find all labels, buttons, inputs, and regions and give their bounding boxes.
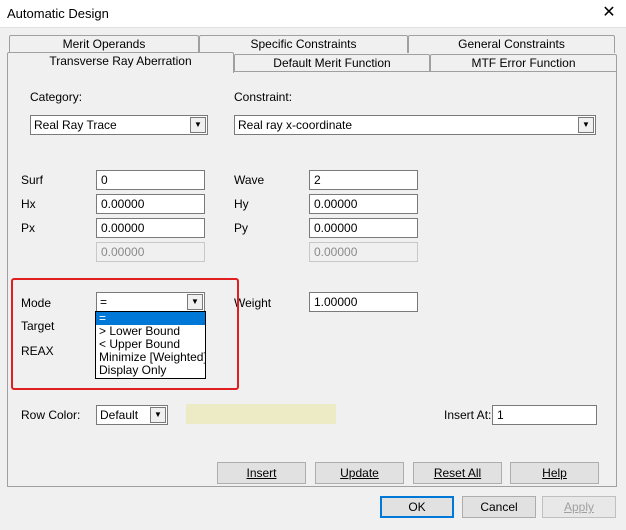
- insert-button[interactable]: Insert: [217, 462, 306, 484]
- close-icon[interactable]: ✕: [598, 2, 620, 24]
- chevron-down-icon[interactable]: ▼: [187, 294, 203, 310]
- mode-select[interactable]: = ▼: [96, 292, 205, 312]
- extra-right-input: 0.00000: [309, 242, 418, 262]
- hy-label: Hy: [234, 197, 249, 211]
- ok-button[interactable]: OK: [380, 496, 454, 518]
- apply-button[interactable]: Apply: [542, 496, 616, 518]
- category-select[interactable]: Real Ray Trace ▼: [30, 115, 208, 135]
- wave-input[interactable]: 2: [309, 170, 418, 190]
- update-button[interactable]: Update: [315, 462, 404, 484]
- tab-label: Default Merit Function: [273, 56, 391, 70]
- chevron-down-icon[interactable]: ▼: [150, 407, 166, 423]
- wave-label: Wave: [234, 173, 265, 187]
- tab-default-merit-function[interactable]: Default Merit Function: [234, 54, 430, 72]
- tab-label: General Constraints: [458, 37, 565, 51]
- surf-label: Surf: [21, 173, 44, 187]
- tab-label: MTF Error Function: [471, 56, 576, 70]
- row-color-select[interactable]: Default ▼: [96, 405, 168, 425]
- insert-at-input[interactable]: 1: [492, 405, 597, 425]
- category-label: Category:: [30, 90, 83, 104]
- weight-input[interactable]: 1.00000: [309, 292, 418, 312]
- row-color-value: Default: [100, 408, 139, 422]
- tab-divider: [234, 71, 617, 72]
- cancel-button[interactable]: Cancel: [462, 496, 536, 518]
- constraint-label: Constraint:: [234, 90, 293, 104]
- mode-label: Mode: [21, 296, 52, 310]
- reset-all-button[interactable]: Reset All: [413, 462, 502, 484]
- chevron-down-icon[interactable]: ▼: [578, 117, 594, 133]
- hy-input[interactable]: 0.00000: [309, 194, 418, 214]
- category-value: Real Ray Trace: [34, 118, 117, 132]
- insert-at-label: Insert At:: [444, 408, 492, 422]
- tab-specific-constraints[interactable]: Specific Constraints: [199, 35, 408, 53]
- row-color-swatch: [186, 404, 336, 424]
- hx-input[interactable]: 0.00000: [96, 194, 205, 214]
- tab-transverse-ray-aberration[interactable]: Transverse Ray Aberration: [7, 52, 234, 73]
- constraint-select[interactable]: Real ray x-coordinate ▼: [234, 115, 596, 135]
- mode-value: =: [100, 295, 108, 309]
- surf-input[interactable]: 0: [96, 170, 205, 190]
- chevron-down-icon[interactable]: ▼: [190, 117, 206, 133]
- px-label: Px: [21, 221, 36, 235]
- tab-general-constraints[interactable]: General Constraints: [408, 35, 615, 53]
- tab-merit-operands[interactable]: Merit Operands: [9, 35, 199, 53]
- px-input[interactable]: 0.00000: [96, 218, 205, 238]
- target-label: Target: [21, 319, 55, 333]
- tab-label: Transverse Ray Aberration: [49, 54, 192, 68]
- py-label: Py: [234, 221, 249, 235]
- row-color-label: Row Color:: [21, 408, 81, 422]
- reset-all-label: Reset All: [433, 466, 482, 480]
- mode-option-display-only[interactable]: Display Only: [96, 364, 205, 377]
- tab-label: Specific Constraints: [250, 37, 357, 51]
- hx-label: Hx: [21, 197, 36, 211]
- insert-label: Insert: [246, 466, 277, 480]
- py-input[interactable]: 0.00000: [309, 218, 418, 238]
- constraint-value: Real ray x-coordinate: [238, 118, 353, 132]
- weight-label: Weight: [234, 296, 272, 310]
- tab-mtf-error-function[interactable]: MTF Error Function: [430, 54, 617, 72]
- update-label: Update: [340, 466, 379, 480]
- window-title: Automatic Design: [7, 6, 109, 21]
- help-button[interactable]: Help: [510, 462, 599, 484]
- operand-name: REAX: [21, 344, 54, 358]
- tab-label: Merit Operands: [62, 37, 146, 51]
- apply-label: Apply: [563, 500, 595, 514]
- help-label: Help: [542, 466, 567, 480]
- title-bar: Automatic Design ✕: [0, 0, 626, 28]
- mode-dropdown-list: = > Lower Bound < Upper Bound Minimize […: [95, 311, 207, 379]
- extra-left-input: 0.00000: [96, 242, 205, 262]
